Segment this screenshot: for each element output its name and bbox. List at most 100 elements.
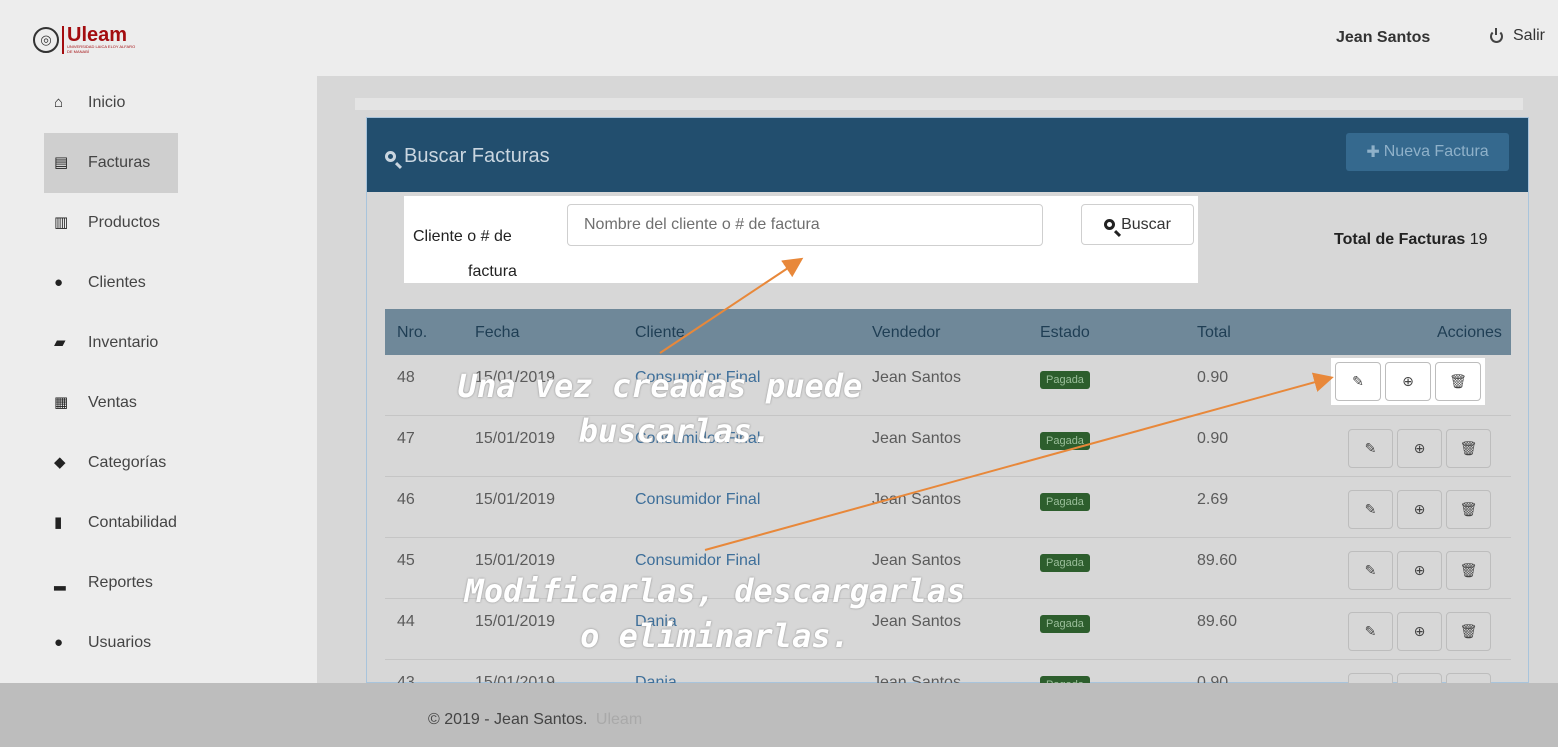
download-button[interactable]: ⊕	[1397, 429, 1442, 468]
col-vendedor: Vendedor	[872, 324, 941, 341]
delete-button[interactable]: 🗑	[1435, 362, 1481, 401]
search-annotation-line2: buscarlas.	[578, 412, 772, 450]
user-name-link[interactable]: Jean Santos	[1336, 29, 1430, 47]
list-icon: ▦	[54, 394, 69, 411]
cell-nro: 45	[397, 552, 415, 569]
sidebar-item-3[interactable]: ▥ Productos	[44, 193, 178, 253]
edit-icon: ✎	[1364, 623, 1377, 639]
sidebar-item-5[interactable]: ▰ Inventario	[44, 313, 178, 373]
delete-button[interactable]: 🗑	[1446, 612, 1491, 651]
trash-icon: 🗑	[1449, 373, 1467, 389]
total-invoices: Total de Facturas 19	[1334, 231, 1488, 249]
logout-label: Salir	[1513, 27, 1546, 44]
cell-total: 0.90	[1197, 369, 1229, 386]
sidebar-item-2[interactable]: ▤ Facturas	[44, 133, 178, 193]
search-annotation-line1: Una vez creadas puede	[457, 367, 863, 405]
actions-annotation-line2: o eliminarlas.	[580, 617, 850, 655]
sidebar-item-label: Inicio	[88, 94, 126, 111]
sidebar-item-6[interactable]: ▦ Ventas	[44, 373, 178, 433]
power-icon	[1490, 27, 1503, 43]
footer-link[interactable]: Uleam	[596, 711, 642, 728]
delete-button[interactable]: 🗑	[1446, 490, 1491, 529]
plus-icon: ✚	[1366, 144, 1380, 161]
download-button[interactable]: ⊕	[1397, 551, 1442, 590]
edit-button[interactable]: ✎	[1348, 551, 1393, 590]
sidebar-item-label: Productos	[88, 214, 161, 231]
col-acciones: Acciones	[1437, 324, 1502, 341]
sidebar-item-1[interactable]: ⌂ Inicio	[44, 73, 178, 133]
row-actions: ✎ ⊕ 🗑	[1348, 612, 1491, 651]
app-page: ◎ Uleam UNIVERSIDAD LAICA ELOY ALFARO DE…	[0, 0, 1558, 747]
panel-header: Buscar Facturas ✚ Nueva Factura	[367, 118, 1528, 192]
footer	[0, 683, 1558, 747]
row-actions: ✎ ⊕ 🗑	[1331, 358, 1485, 405]
cell-cliente[interactable]: Consumidor Final	[635, 552, 760, 570]
trash-icon: 🗑	[1459, 623, 1478, 639]
edit-button[interactable]: ✎	[1348, 429, 1393, 468]
top-navbar: ◎ Uleam UNIVERSIDAD LAICA ELOY ALFARO DE…	[0, 0, 1558, 77]
table-row: 46 15/01/2019 Consumidor Final Jean Santos 2…	[385, 477, 1511, 538]
delete-button[interactable]: 🗑	[1446, 551, 1491, 590]
logout-button[interactable]: Salir	[1490, 27, 1545, 45]
sidebar-item-4[interactable]: ● Clientes	[44, 253, 178, 313]
tags-icon: ◆	[54, 454, 66, 471]
sidebar-item-8[interactable]: ▮ Contabilidad	[44, 493, 178, 553]
logo-text: Uleam UNIVERSIDAD LAICA ELOY ALFARO DE M…	[67, 24, 137, 54]
bar-chart-icon: ▂	[54, 574, 66, 591]
barcode-icon: ▥	[54, 214, 69, 231]
actions-annotation: Modificarlas, descargarlas o eliminarlas…	[420, 569, 1010, 659]
sidebar-item-10[interactable]: ● Usuarios	[44, 613, 178, 673]
sidebar-item-label: Inventario	[88, 334, 159, 351]
cell-nro: 46	[397, 491, 415, 508]
cell-nro: 44	[397, 613, 415, 630]
total-invoices-value: 19	[1469, 231, 1488, 248]
download-button[interactable]: ⊕	[1397, 612, 1442, 651]
sidebar-item-label: Ventas	[88, 394, 137, 411]
logo-divider	[62, 26, 64, 54]
download-button[interactable]: ⊕	[1397, 490, 1442, 529]
sidebar-item-label: Clientes	[88, 274, 146, 291]
sidebar-item-label: Usuarios	[88, 634, 152, 651]
status-badge: Pagada	[1040, 371, 1090, 389]
user-icon: ●	[54, 634, 64, 651]
folder-open-icon: ▰	[54, 334, 66, 351]
cell-total: 0.90	[1197, 430, 1229, 447]
search-input[interactable]	[567, 204, 1043, 246]
search-label-line2: factura	[468, 263, 517, 280]
cell-total: 89.60	[1197, 613, 1238, 630]
edit-button[interactable]: ✎	[1348, 490, 1393, 529]
download-button[interactable]: ⊕	[1385, 362, 1431, 401]
new-invoice-label: Nueva Factura	[1383, 143, 1489, 160]
delete-button[interactable]: 🗑	[1446, 429, 1491, 468]
user-icon: ●	[54, 274, 64, 291]
search-label: Cliente o # de factura	[413, 219, 543, 289]
copyright-text: © 2019 - Jean Santos.	[428, 711, 588, 728]
status-badge: Pagada	[1040, 493, 1090, 511]
cell-cliente[interactable]: Consumidor Final	[635, 491, 760, 509]
status-badge: Pagada	[1040, 554, 1090, 572]
cell-total: 89.60	[1197, 552, 1238, 569]
new-invoice-button[interactable]: ✚ Nueva Factura	[1346, 133, 1509, 171]
edit-button[interactable]: ✎	[1335, 362, 1381, 401]
book-icon: ▮	[54, 514, 63, 531]
panel-title-text: Buscar Facturas	[404, 145, 550, 167]
col-nro: Nro.	[397, 324, 428, 341]
search-icon	[385, 151, 396, 162]
row-actions: ✎ ⊕ 🗑	[1348, 429, 1491, 468]
logo-brand: Uleam	[67, 24, 128, 46]
total-invoices-label: Total de Facturas	[1334, 231, 1466, 248]
sidebar-item-9[interactable]: ▂ Reportes	[44, 553, 178, 613]
col-cliente: Cliente	[635, 324, 685, 341]
trash-icon: 🗑	[1459, 440, 1478, 456]
cell-fecha: 15/01/2019	[475, 552, 556, 569]
logo-emblem-icon: ◎	[33, 27, 59, 53]
uleam-logo[interactable]: ◎ Uleam UNIVERSIDAD LAICA ELOY ALFARO DE…	[33, 24, 137, 54]
edit-button[interactable]: ✎	[1348, 612, 1393, 651]
home-icon: ⌂	[54, 94, 64, 111]
trash-icon: 🗑	[1459, 562, 1478, 578]
search-annotation: Una vez creadas puede buscarlas.	[400, 364, 920, 454]
cell-fecha: 15/01/2019	[475, 491, 556, 508]
sidebar-item-7[interactable]: ◆ Categorías	[44, 433, 178, 493]
sidebar-item-label: Categorías	[88, 454, 167, 471]
search-button[interactable]: Buscar	[1081, 204, 1194, 245]
